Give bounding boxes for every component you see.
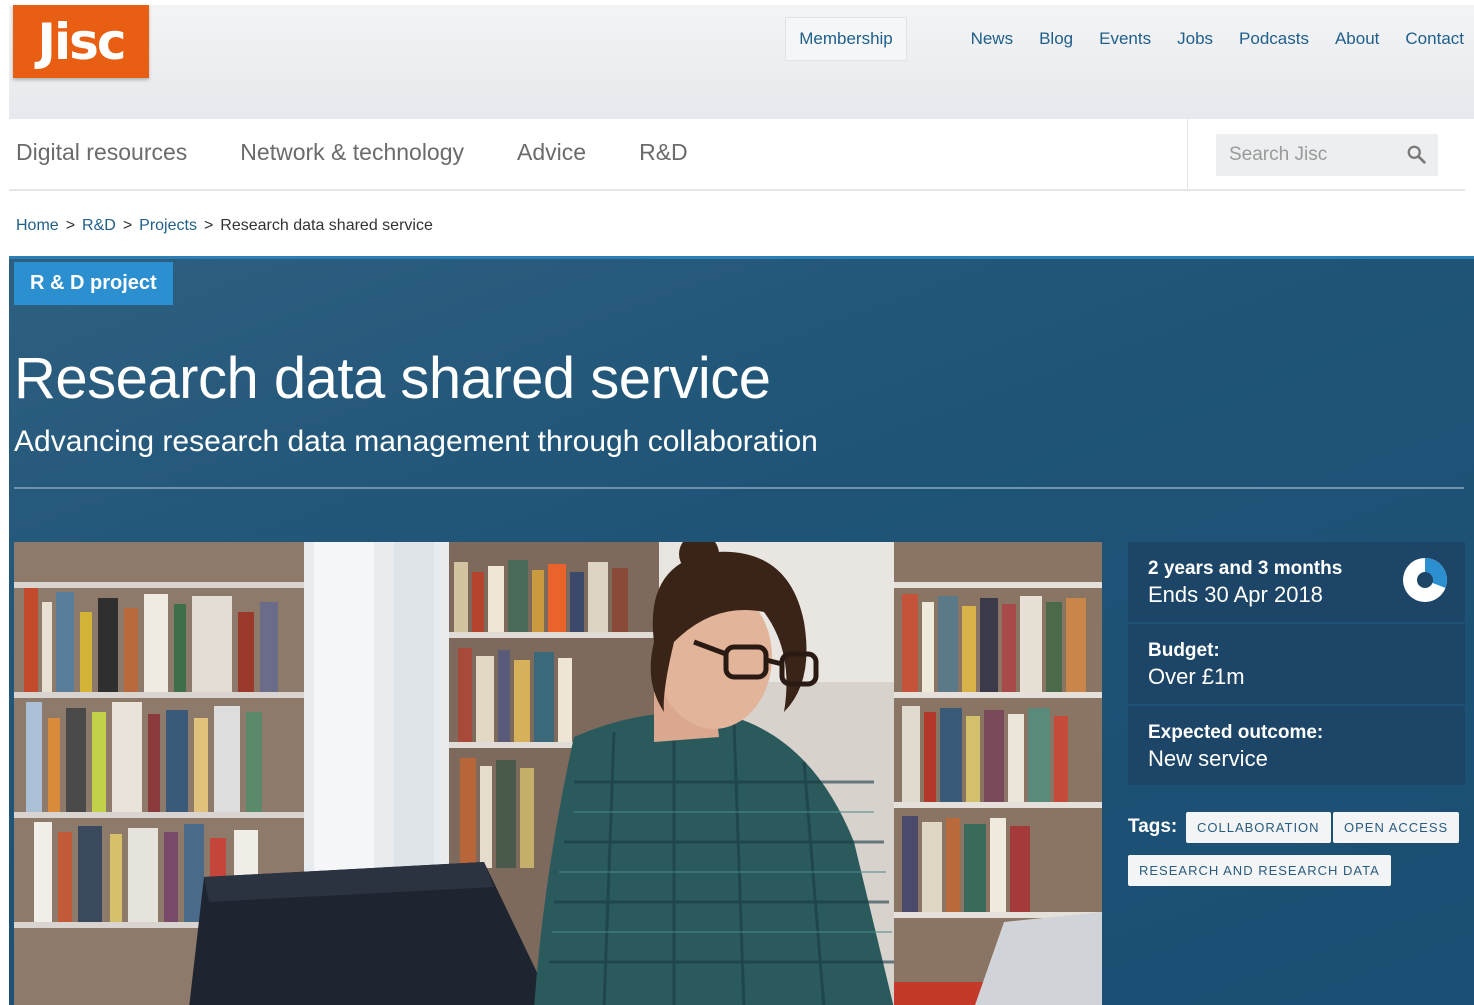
page-title: Research data shared service: [14, 346, 771, 411]
breadcrumb-projects[interactable]: Projects: [139, 217, 197, 235]
top-utility-bar: Jisc Membership News Blog Events Jobs Po…: [9, 5, 1474, 119]
outcome-card: Expected outcome: New service: [1128, 706, 1465, 785]
search-area: [1187, 119, 1465, 189]
main-nav-advice[interactable]: Advice: [517, 139, 586, 166]
jisc-logo[interactable]: Jisc: [13, 5, 149, 78]
project-hero: R & D project Research data shared servi…: [9, 256, 1474, 1005]
breadcrumb-separator: >: [122, 217, 133, 234]
library-photo-illustration: [14, 542, 1102, 1005]
util-nav-podcasts[interactable]: Podcasts: [1239, 29, 1309, 49]
main-nav-digital-resources[interactable]: Digital resources: [16, 139, 187, 166]
breadcrumb-home[interactable]: Home: [16, 217, 59, 235]
duration-card: 2 years and 3 months Ends 30 Apr 2018: [1128, 542, 1465, 622]
util-nav-contact[interactable]: Contact: [1405, 29, 1464, 49]
tag-open-access[interactable]: OPEN ACCESS: [1333, 812, 1460, 843]
progress-pie-icon: [1403, 558, 1448, 602]
hero-photo: [14, 542, 1102, 1005]
tags-label: Tags:: [1128, 816, 1178, 837]
duration-end-date: Ends 30 Apr 2018: [1148, 582, 1323, 607]
breadcrumb-rd[interactable]: R&D: [82, 217, 116, 235]
outcome-value: New service: [1148, 746, 1268, 771]
membership-button[interactable]: Membership: [785, 17, 907, 61]
tag-collaboration[interactable]: COLLABORATION: [1186, 812, 1331, 843]
utility-nav: News Blog Events Jobs Podcasts About Con…: [971, 29, 1464, 49]
divider: [14, 487, 1464, 489]
util-nav-about[interactable]: About: [1335, 29, 1379, 49]
outcome-label: Expected outcome:: [1148, 722, 1324, 743]
budget-value: Over £1m: [1148, 664, 1245, 689]
main-nav-network-technology[interactable]: Network & technology: [240, 139, 464, 166]
budget-label: Budget:: [1148, 640, 1220, 661]
breadcrumb: Home > R&D > Projects > Research data sh…: [16, 217, 433, 235]
breadcrumb-separator: >: [65, 217, 76, 234]
duration-label: 2 years and 3 months: [1148, 558, 1343, 579]
search-icon[interactable]: [1406, 144, 1428, 166]
search-box: [1216, 134, 1438, 176]
tag-research-data[interactable]: RESEARCH AND RESEARCH DATA: [1128, 855, 1391, 886]
search-input[interactable]: [1216, 144, 1396, 166]
page-subtitle: Advancing research data management throu…: [14, 425, 818, 458]
main-nav-rd[interactable]: R&D: [639, 139, 688, 166]
project-type-badge: R & D project: [14, 262, 173, 305]
util-nav-blog[interactable]: Blog: [1039, 29, 1073, 49]
util-nav-jobs[interactable]: Jobs: [1177, 29, 1213, 49]
breadcrumb-current: Research data shared service: [220, 217, 433, 234]
util-nav-news[interactable]: News: [971, 29, 1014, 49]
util-nav-events[interactable]: Events: [1099, 29, 1151, 49]
budget-card: Budget: Over £1m: [1128, 624, 1465, 704]
main-nav: Digital resources Network & technology A…: [9, 119, 1465, 191]
breadcrumb-separator: >: [203, 217, 214, 234]
